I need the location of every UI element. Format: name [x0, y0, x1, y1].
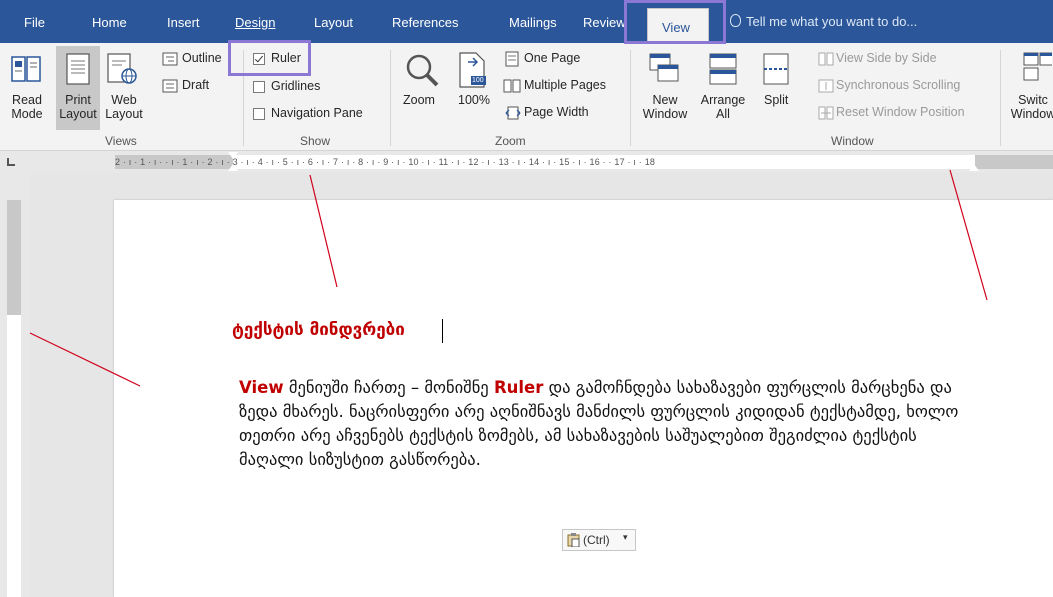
paste-options-button[interactable]: (Ctrl) ▾ — [562, 529, 636, 551]
read-mode-icon — [10, 53, 42, 85]
read-mode-label-1: Read — [12, 93, 42, 107]
horizontal-ruler[interactable]: 2 · ı · 1 · ı · · ı · 1 · ı · 2 · ı · 3 … — [0, 151, 1053, 173]
one-page-icon — [505, 51, 519, 67]
ribbon-tab-bar: File Home Insert Design Layout Reference… — [0, 0, 1053, 43]
synchronous-scrolling-button[interactable]: Synchronous Scrolling — [836, 78, 960, 92]
new-window-icon — [648, 52, 680, 84]
tab-layout[interactable]: Layout — [314, 15, 353, 30]
switch-windows-label-1: Switc — [1018, 93, 1048, 107]
right-indent-marker[interactable] — [969, 164, 979, 171]
magnifier-icon — [404, 52, 440, 88]
group-separator — [630, 50, 631, 146]
text-cursor — [442, 319, 443, 343]
window-group-label: Window — [831, 134, 874, 148]
vertical-ruler[interactable] — [0, 173, 30, 597]
ruler-tick-labels: 2 · ı · 1 · ı · · ı · 1 · ı · 2 · ı · 3 … — [115, 157, 656, 167]
tab-design[interactable]: Design — [235, 15, 275, 30]
gridlines-checkbox[interactable] — [253, 81, 265, 93]
page-width-button[interactable]: Page Width — [524, 105, 589, 119]
reset-window-position-button[interactable]: Reset Window Position — [836, 105, 965, 119]
chevron-down-icon: ▾ — [623, 532, 628, 542]
switch-windows-label-2: Window — [1010, 107, 1053, 121]
document-paragraph[interactable]: View მენიუში ჩართე – მონიშნე Ruler და გა… — [239, 376, 979, 472]
split-icon — [762, 52, 790, 86]
hanging-indent-marker[interactable] — [228, 164, 238, 171]
arrange-all-label-2: All — [716, 107, 730, 121]
multiple-pages-button[interactable]: Multiple Pages — [524, 78, 606, 92]
tell-me-text: Tell me what you want to do... — [746, 14, 918, 29]
web-layout-label-2: Layout — [105, 107, 143, 121]
arrange-all-icon — [708, 52, 738, 86]
hundred-badge: 100 — [472, 77, 484, 84]
clipboard-icon — [567, 533, 580, 547]
new-window-label-2: Window — [642, 107, 688, 121]
view-keyword: View — [239, 378, 284, 397]
tab-file[interactable]: File — [24, 15, 45, 30]
tab-references[interactable]: References — [392, 15, 458, 30]
paste-options-label: (Ctrl) — [583, 533, 610, 547]
outline-icon — [162, 51, 178, 66]
tab-review[interactable]: Review — [583, 15, 626, 30]
new-window-label-1: New — [652, 93, 678, 107]
web-layout-icon — [106, 53, 138, 85]
web-layout-label-1: Web — [111, 93, 137, 107]
ruler-keyword: Ruler — [493, 378, 544, 397]
arrange-all-label-1: Arrange — [700, 93, 746, 107]
view-tab-highlight-box — [624, 0, 726, 44]
arrange-all-button[interactable]: Arrange All — [696, 93, 750, 121]
side-by-side-icon — [818, 51, 834, 66]
switch-windows-icon — [1022, 51, 1053, 83]
web-layout-button[interactable]: Web Layout — [104, 93, 144, 121]
tab-home[interactable]: Home — [92, 15, 127, 30]
sync-scroll-icon — [818, 78, 834, 93]
new-window-button[interactable]: New Window — [637, 93, 693, 121]
show-group-label: Show — [300, 134, 331, 148]
tab-insert[interactable]: Insert — [167, 15, 200, 30]
navigation-pane-checkbox[interactable] — [253, 108, 265, 120]
views-group-label: Views — [105, 134, 137, 148]
split-button[interactable]: Split — [764, 93, 788, 107]
switch-windows-button[interactable]: Switc Window — [1008, 93, 1053, 121]
reset-position-icon — [818, 105, 834, 120]
ruler-vertical-text-zone — [7, 315, 21, 597]
draft-button[interactable]: Draft — [182, 78, 209, 92]
print-layout-icon — [65, 53, 91, 85]
read-mode-label-2: Mode — [11, 107, 43, 121]
document-heading[interactable]: ტექსტის მინდვრები — [232, 320, 405, 340]
multiple-pages-icon — [503, 78, 521, 93]
draft-icon — [162, 78, 178, 93]
one-page-button[interactable]: One Page — [524, 51, 580, 65]
first-line-indent-marker[interactable] — [228, 152, 238, 159]
gridlines-label: Gridlines — [271, 79, 321, 93]
read-mode-button[interactable]: Read Mode — [10, 93, 44, 121]
page-width-icon — [505, 105, 521, 120]
ruler-top-margin-zone — [7, 200, 21, 315]
print-layout-label-1: Print — [65, 93, 91, 107]
group-separator — [1000, 50, 1001, 146]
print-layout-label-2: Layout — [59, 107, 97, 121]
zoom-group-label: Zoom — [495, 134, 526, 148]
paragraph-part-1: მენიუში ჩართე – მონიშნე — [288, 378, 489, 397]
lightbulb-icon — [730, 14, 741, 27]
zoom-button[interactable]: Zoom — [403, 93, 435, 107]
tab-mailings[interactable]: Mailings — [509, 15, 557, 30]
print-layout-button[interactable]: Print Layout — [56, 93, 100, 121]
view-side-by-side-button[interactable]: View Side by Side — [836, 51, 937, 65]
group-separator — [390, 50, 391, 146]
ruler-highlight-box — [228, 40, 311, 76]
outline-button[interactable]: Outline — [182, 51, 222, 65]
tab-selector[interactable] — [7, 158, 15, 166]
navigation-pane-label: Navigation Pane — [271, 106, 363, 120]
hundred-percent-button[interactable]: 100% — [458, 93, 490, 107]
